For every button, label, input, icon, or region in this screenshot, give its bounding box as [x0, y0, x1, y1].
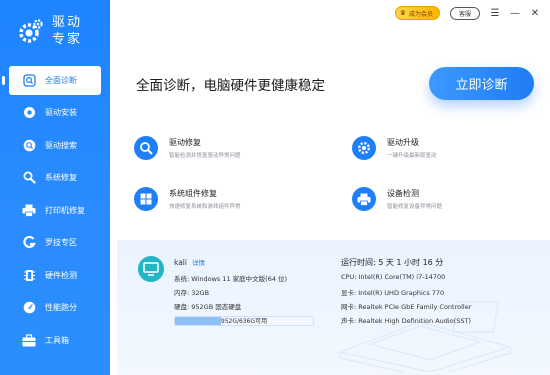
sidebar-item-label: 全面诊断	[45, 75, 77, 85]
diagnose-icon	[22, 73, 36, 87]
service-label: 客服	[458, 10, 471, 18]
feature-desc: 快速修复系统和游戏组件异常	[169, 204, 241, 210]
cpu-info: CPU: Intel(R) Core(TM) i7-14700	[341, 273, 446, 281]
brand-line2: 专家	[52, 32, 83, 47]
gauge-icon	[22, 301, 36, 315]
monitor-icon	[138, 256, 164, 282]
feature-driver-upgrade[interactable]: 驱动升级 一键升级最新版驱动	[352, 136, 437, 160]
sidebar-item-logitech[interactable]: 罗技专区	[0, 227, 110, 260]
sidebar-item-system-repair[interactable]: 系统修复	[0, 162, 110, 195]
sidebar: 驱动 专家 全面诊断 驱动安装 驱动搜索 系统修复 打印机修复 罗技专区 硬件检…	[0, 0, 110, 375]
menu-icon[interactable]: ☰	[490, 8, 500, 19]
sound-info: 声卡: Realtek High Definition Audio(SST)	[341, 317, 471, 325]
printer-icon	[352, 187, 376, 211]
sidebar-item-diagnose[interactable]: 全面诊断	[2, 66, 101, 95]
feature-driver-repair[interactable]: 驱动修复 智能检测并修复驱动异常问题	[134, 136, 241, 160]
nic-info: 网卡: Realtek PCIe GbE Family Controller	[341, 303, 472, 311]
page-title: 全面诊断，电脑硬件更健康稳定	[136, 78, 325, 94]
vip-label: 成为会员	[408, 10, 433, 18]
feature-desc: 智能检测并修复驱动异常问题	[169, 153, 241, 159]
feature-title: 设备检测	[387, 189, 419, 198]
toolbox-icon	[22, 333, 36, 347]
gear-icon	[352, 136, 376, 160]
sidebar-item-label: 工具箱	[45, 335, 69, 345]
feature-component-repair[interactable]: 系统组件修复 快速修复系统和游戏组件异常	[134, 187, 241, 211]
sidebar-item-benchmark[interactable]: 性能跑分	[0, 292, 110, 325]
title-bar: ♛ 成为会员 客服 ☰ — ✕	[394, 6, 540, 20]
brand-line1: 驱动	[52, 15, 83, 30]
chip-icon	[22, 268, 36, 282]
printer-icon	[22, 203, 36, 217]
sidebar-item-label: 驱动搜索	[45, 140, 77, 150]
runtime-info: 运行时间: 5 天 1 小时 16 分	[341, 258, 444, 267]
feature-desc: 智能修复设备异常问题	[387, 204, 443, 210]
sidebar-item-toolbox[interactable]: 工具箱	[0, 324, 110, 357]
os-info: 系统: Windows 11 家庭中文版(64 位)	[174, 275, 288, 283]
details-link[interactable]: 详情	[192, 259, 205, 267]
sidebar-nav: 全面诊断 驱动安装 驱动搜索 系统修复 打印机修复 罗技专区 硬件检测 性能跑分…	[0, 64, 110, 357]
memory-info: 内存: 32GB	[174, 289, 210, 297]
disk-info: 硬盘: 952GB 固态硬盘	[174, 303, 242, 311]
wrench-icon	[22, 171, 36, 185]
sidebar-item-label: 罗技专区	[45, 238, 77, 248]
search-icon	[22, 138, 36, 152]
gear-logo-icon	[19, 19, 43, 43]
sidebar-item-driver-install[interactable]: 驱动安装	[0, 97, 110, 130]
sidebar-item-label: 性能跑分	[45, 303, 77, 313]
sidebar-item-label: 系统修复	[45, 173, 77, 183]
driver-install-icon	[22, 106, 36, 120]
feature-title: 系统组件修复	[169, 189, 217, 198]
sidebar-item-hardware-check[interactable]: 硬件检测	[0, 259, 110, 292]
crown-icon: ♛	[399, 9, 406, 17]
feature-title: 驱动升级	[387, 138, 419, 147]
feature-device-check[interactable]: 设备检测 智能修复设备异常问题	[352, 187, 442, 211]
brand-name: 驱动 专家	[52, 14, 82, 48]
disk-usage-label: 952G/636G可用	[220, 318, 268, 325]
user-row: kali 详情	[174, 257, 205, 267]
feature-title: 驱动修复	[169, 138, 201, 147]
feature-desc: 一键升级最新版驱动	[387, 153, 437, 159]
search-icon	[134, 136, 158, 160]
close-icon[interactable]: ✕	[530, 8, 540, 19]
minimize-icon[interactable]: —	[510, 8, 520, 19]
user-name: kali	[174, 258, 187, 267]
gpu-info: 显卡: Intel(R) UHD Graphics 770	[341, 289, 445, 297]
brand: 驱动 专家	[18, 14, 82, 48]
sidebar-item-label: 硬件检测	[45, 270, 77, 280]
become-vip-button[interactable]: ♛ 成为会员	[394, 6, 440, 20]
windows-icon	[134, 187, 158, 211]
sidebar-item-printer-repair[interactable]: 打印机修复	[0, 194, 110, 227]
sidebar-item-label: 驱动安装	[45, 108, 77, 118]
logitech-icon	[22, 236, 36, 250]
sidebar-item-label: 打印机修复	[45, 205, 85, 215]
customer-service-button[interactable]: 客服	[449, 6, 480, 20]
start-diagnosis-button[interactable]: 立即诊断	[429, 67, 534, 100]
disk-usage-bar: 952G/636G可用	[174, 316, 314, 326]
sidebar-item-driver-search[interactable]: 驱动搜索	[0, 129, 110, 162]
